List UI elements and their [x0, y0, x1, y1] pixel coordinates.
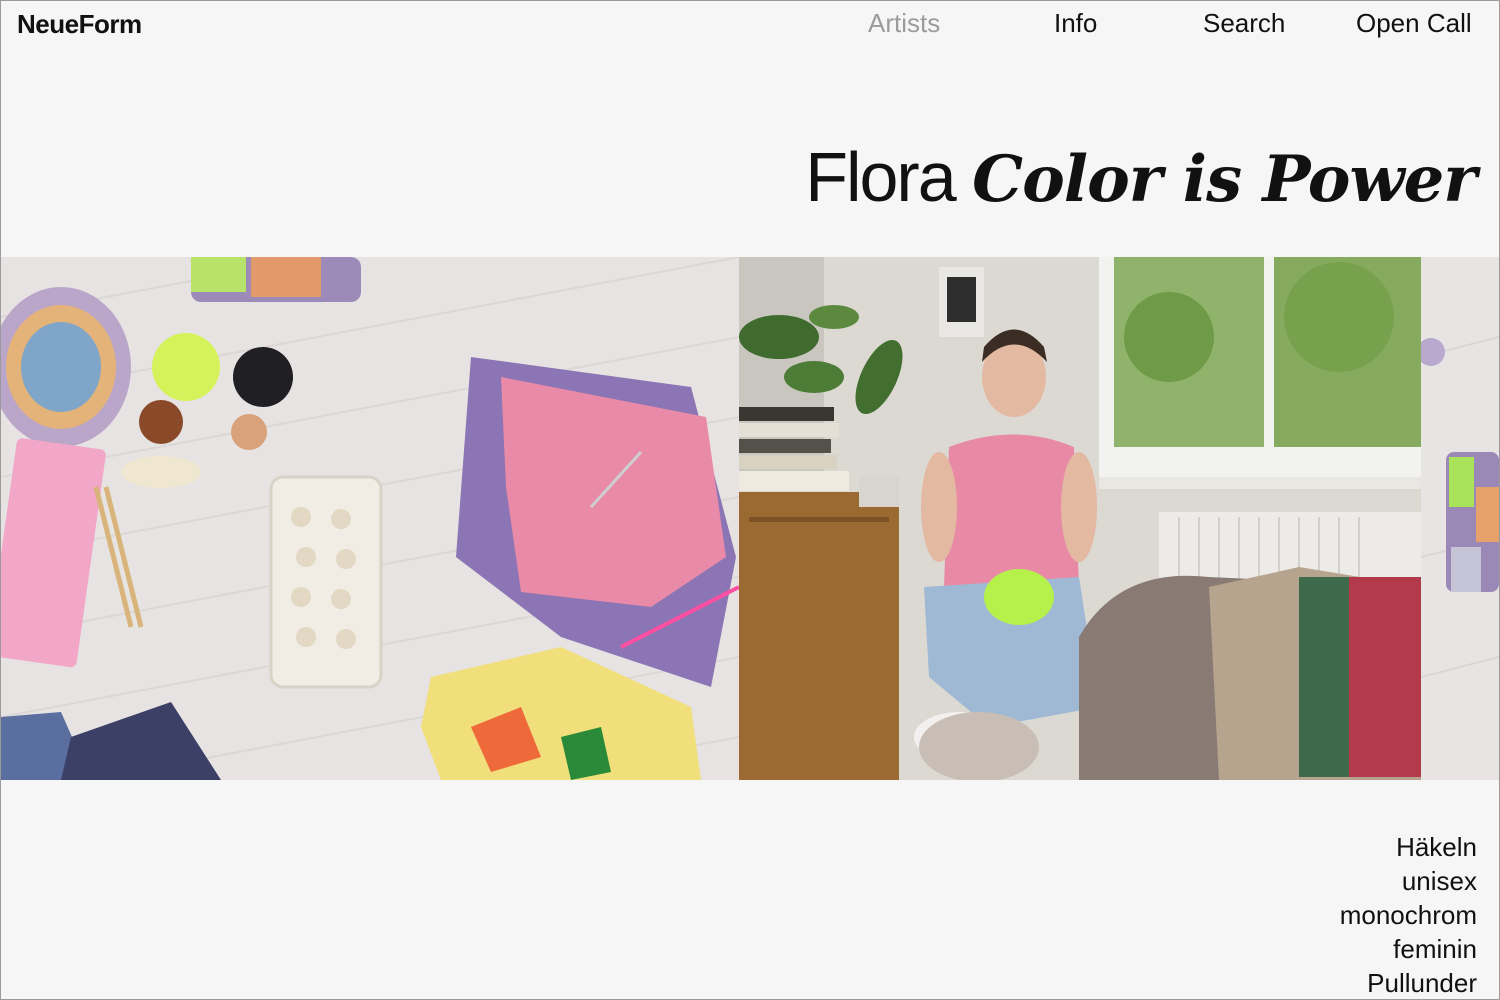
artist-portrait-image [739, 257, 1421, 780]
gallery-photo-artist-portrait[interactable] [739, 257, 1421, 780]
nav-link-info[interactable]: Info [1054, 8, 1097, 39]
page-title: Flora Color is Power [805, 132, 1477, 225]
work-title: Color is Power [972, 142, 1477, 217]
nav-link-search[interactable]: Search [1203, 8, 1285, 39]
main-nav: Artists Info Search Open Call [0, 8, 1500, 44]
gallery-photo-knitwear-flatlay[interactable] [1, 257, 739, 780]
next-photo-partial-image [1421, 257, 1499, 780]
gallery-photo-next-partial[interactable] [1421, 257, 1499, 780]
nav-link-artists[interactable]: Artists [868, 8, 940, 39]
knitwear-flatlay-image [1, 257, 739, 780]
tag-link-pullunder[interactable]: Pullunder [1340, 966, 1477, 1000]
tag-link-haekeln[interactable]: Häkeln [1340, 830, 1477, 864]
tag-link-monochrom[interactable]: monochrom [1340, 898, 1477, 932]
nav-link-open-call[interactable]: Open Call [1356, 8, 1472, 39]
artist-name: Flora [805, 138, 956, 216]
tag-link-unisex[interactable]: unisex [1340, 864, 1477, 898]
tag-link-feminin[interactable]: feminin [1340, 932, 1477, 966]
image-gallery[interactable] [1, 257, 1499, 780]
tag-list: Häkeln unisex monochrom feminin Pullunde… [1340, 830, 1477, 1000]
